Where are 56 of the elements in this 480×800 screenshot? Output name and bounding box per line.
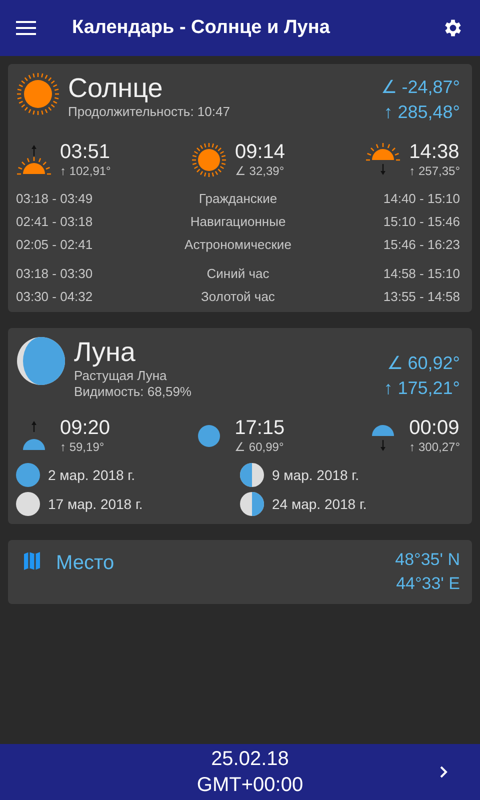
event-time: 00:09 [409, 417, 460, 439]
event-angle: ∠ 60,99° [234, 439, 285, 455]
moon-phase-icon [16, 463, 40, 487]
moon-phase-icon [240, 463, 264, 487]
time-range: 13:55 - 14:58 [382, 288, 460, 306]
app-title: Календарь - Солнце и Луна [72, 16, 331, 40]
event-angle: ↑ 257,35° [409, 163, 460, 179]
twilight-label: Навигационные [189, 212, 287, 231]
event-angle: ↑ 59,19° [60, 439, 106, 455]
date-text[interactable]: 25.02.18 [211, 746, 289, 772]
twilight-label: Золотой час [200, 288, 276, 306]
time-range: 02:05 - 02:41 [16, 236, 94, 254]
sun-icon [190, 142, 227, 178]
phase-date: 24 мар. 2018 г. [272, 494, 367, 514]
time-range: 15:10 - 15:46 [382, 212, 460, 231]
latitude-text: 48°35' N [395, 549, 460, 571]
timezone-text: GMT+00:00 [196, 773, 304, 798]
elevation-text: ∠ 60,92° [386, 352, 460, 375]
card-title: Луна [74, 336, 136, 368]
subtitle-text: Растущая Луна [74, 368, 168, 384]
time-range: 03:30 - 04:32 [16, 288, 94, 306]
event-angle: ∠ 32,39° [234, 163, 286, 179]
event-time: 09:20 [60, 417, 110, 439]
twilight-label: Гражданские [198, 190, 278, 208]
longitude-text: 44°33' E [396, 573, 460, 595]
azimuth-text: ↑ 175,21° [384, 377, 460, 400]
subtitle-text: Продолжительность: 10:47 [68, 104, 231, 120]
time-range: 02:41 - 03:18 [16, 212, 94, 231]
sun-icon [16, 72, 60, 116]
twilight-label: Астрономические [184, 236, 292, 254]
twilight-label: Синий час [206, 264, 270, 283]
phase-date: 9 мар. 2018 г. [272, 466, 359, 485]
time-range: 14:40 - 15:10 [382, 190, 460, 208]
phase-date: 17 мар. 2018 г. [48, 494, 143, 514]
time-range: 03:18 - 03:30 [16, 264, 94, 283]
time-range: 15:46 - 16:23 [382, 236, 460, 254]
azimuth-text: ↑ 285,48° [384, 101, 460, 124]
event-angle: ↑ 300,27° [409, 439, 460, 455]
event-time: 14:38 [409, 141, 460, 163]
event-angle: ↑ 102,91° [60, 163, 111, 179]
time-range: 03:18 - 03:49 [16, 190, 94, 208]
subtitle-text: Видимость: 68,59% [74, 384, 192, 400]
moon-phase-icon [16, 492, 40, 516]
menu-icon[interactable] [16, 21, 36, 35]
moon-icon [16, 336, 66, 386]
phase-date: 2 мар. 2018 г. [48, 466, 135, 485]
event-time: 03:51 [60, 141, 111, 163]
card-title: Солнце [68, 72, 164, 104]
time-range: 14:58 - 15:10 [382, 264, 460, 283]
moon-phase-icon [240, 492, 264, 516]
event-time: 17:15 [234, 417, 285, 439]
chevron-right-icon[interactable] [440, 766, 448, 778]
card-title: Место [56, 551, 116, 576]
event-time: 09:14 [234, 141, 286, 163]
map-icon [24, 552, 40, 570]
elevation-text: ∠ -24,87° [380, 76, 460, 99]
